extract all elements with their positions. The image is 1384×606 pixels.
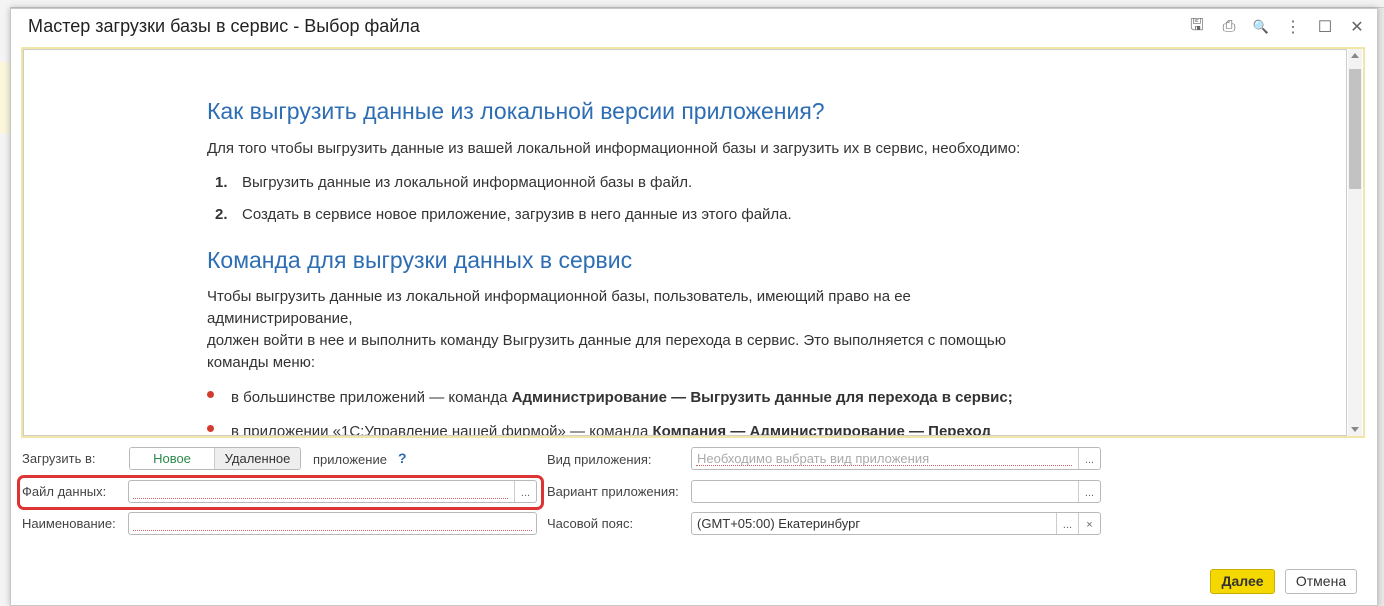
name-input[interactable] [128, 512, 537, 535]
paragraph: команды меню: [207, 354, 316, 371]
preview-icon[interactable]: 🔍 [1251, 17, 1271, 37]
next-button[interactable]: Далее [1210, 569, 1275, 594]
dialog-title: Мастер загрузки базы в сервис - Выбор фа… [28, 16, 420, 36]
paragraph: администрирование, [207, 310, 353, 327]
heading-command: Команда для выгрузки данных в сервис [207, 247, 633, 273]
option-remote[interactable]: Удаленное [214, 448, 300, 469]
heading-export: Как выгрузить данные из локальной версии… [207, 98, 825, 124]
cancel-button[interactable]: Отмена [1285, 569, 1357, 594]
background-app [0, 0, 1384, 8]
step-number: 1. [215, 174, 228, 191]
tz-label: Часовой пояс: [547, 516, 634, 531]
load-to-label: Загрузить в: [22, 451, 96, 466]
choose-kind-button[interactable]: ... [1078, 448, 1100, 469]
list-item: 1. Выгрузить данные из локальной информац… [215, 174, 692, 191]
instructions-frame: Как выгрузить данные из локальной версии… [21, 47, 1365, 438]
background-sidebar [0, 0, 10, 606]
wizard-dialog: Мастер загрузки базы в сервис - Выбор фа… [10, 8, 1378, 606]
help-icon[interactable]: ? [398, 450, 407, 466]
name-label: Наименование: [22, 516, 116, 531]
paragraph: Чтобы выгрузить данные из локальной инфо… [207, 288, 911, 305]
bullet-item: в приложении «1С:Управление нашей фирмой… [207, 423, 992, 436]
bullet-icon [207, 391, 214, 398]
scroll-up-icon[interactable] [1351, 53, 1359, 58]
timezone-value: (GMT+05:00) Екатеринбург [697, 516, 861, 531]
file-label: Файл данных: [22, 484, 107, 499]
timezone-input[interactable]: (GMT+05:00) Екатеринбург... × [691, 512, 1101, 535]
bullet-text: в приложении «1С:Управление нашей фирмой… [231, 423, 653, 436]
bullet-icon [207, 425, 214, 432]
clear-timezone-button[interactable]: × [1078, 513, 1100, 534]
file-input[interactable]: ... [128, 480, 537, 503]
step-number: 2. [215, 206, 228, 223]
variant-label: Вариант приложения: [547, 484, 679, 499]
bullet-text: в большинстве приложений — команда [231, 389, 512, 406]
paragraph: должен войти в нее и выполнить команду В… [207, 332, 1006, 349]
choose-variant-button[interactable]: ... [1078, 481, 1100, 502]
kind-input[interactable]: Необходимо выбрать вид приложения... [691, 447, 1101, 470]
bullet-item: в большинстве приложений — команда Админ… [207, 389, 1013, 406]
choose-file-button[interactable]: ... [514, 481, 536, 502]
more-icon[interactable]: ⋮ [1283, 17, 1303, 37]
step-text: Выгрузить данные из локальной информацио… [242, 174, 693, 191]
kind-placeholder: Необходимо выбрать вид приложения [697, 451, 930, 466]
bullet-bold: Администрирование — Выгрузить данные для… [511, 389, 1013, 406]
list-item: 2. Создать в сервисе новое приложение, за… [215, 206, 792, 223]
scroll-thumb[interactable] [1349, 69, 1361, 189]
scrollbar[interactable] [1348, 49, 1362, 436]
load-to-toggle: Новое Удаленное [129, 447, 301, 470]
variant-input[interactable]: ... [691, 480, 1101, 503]
scroll-down-icon[interactable] [1351, 427, 1359, 432]
app-word: приложение [313, 452, 387, 467]
paragraph: Для того чтобы выгрузить данные из вашей… [207, 140, 1021, 157]
print-icon[interactable]: ⎙ [1219, 17, 1239, 37]
choose-timezone-button[interactable]: ... [1056, 513, 1078, 534]
save-icon[interactable]: 🖫 [1187, 17, 1207, 37]
close-icon[interactable]: ✕ [1347, 17, 1367, 37]
option-new[interactable]: Новое [130, 448, 214, 469]
title-toolbar: 🖫 ⎙ 🔍 ⋮ ☐ ✕ [1187, 17, 1367, 37]
step-text: Создать в сервисе новое приложение, загр… [242, 206, 792, 223]
maximize-icon[interactable]: ☐ [1315, 17, 1335, 37]
bullet-bold: Компания — Администрирование — Переход [652, 423, 992, 436]
kind-label: Вид приложения: [547, 452, 652, 467]
